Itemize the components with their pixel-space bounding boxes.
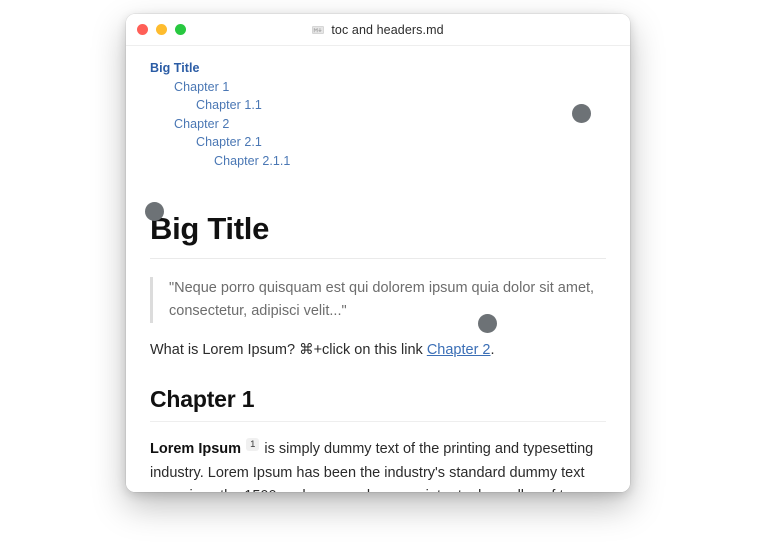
- toc-item-chapter-1-1[interactable]: Chapter 1.1: [196, 96, 630, 115]
- document-body: Big Title Chapter 1 Chapter 1.1 Chapter …: [126, 46, 630, 492]
- paragraph-intro-text-after: .: [490, 341, 495, 358]
- window-title: toc and headers.md: [331, 22, 444, 37]
- toc-item-chapter-2[interactable]: Chapter 2: [174, 115, 630, 134]
- footnote-reference-1[interactable]: 1: [246, 438, 260, 452]
- heading-big-title: Big Title: [150, 209, 606, 259]
- toc-item-chapter-1[interactable]: Chapter 1: [174, 78, 630, 97]
- paragraph-intro-text-before: What is Lorem Ipsum? ⌘+click on this lin…: [150, 341, 427, 358]
- app-window: toc and headers.md Big Title Chapter 1 C…: [126, 14, 630, 492]
- blockquote-lorem: "Neque porro quisquam est qui dolorem ip…: [150, 276, 606, 323]
- toc-item-chapter-2-1-1[interactable]: Chapter 2.1.1: [214, 152, 630, 171]
- paragraph-body: Lorem Ipsum 1 is simply dummy text of th…: [150, 438, 606, 492]
- rendered-markdown: Big Title "Neque porro quisquam est qui …: [126, 209, 630, 492]
- heading-chapter-1: Chapter 1: [150, 384, 606, 423]
- title-bar: toc and headers.md: [126, 14, 630, 46]
- markdown-file-icon: [312, 25, 325, 34]
- toc-item-big-title[interactable]: Big Title: [150, 59, 630, 78]
- minimize-window-button[interactable]: [156, 24, 167, 35]
- paragraph-intro: What is Lorem Ipsum? ⌘+click on this lin…: [150, 339, 606, 363]
- traffic-light-controls: [137, 14, 186, 45]
- bold-term-lorem-ipsum: Lorem Ipsum: [150, 441, 242, 458]
- maximize-window-button[interactable]: [175, 24, 186, 35]
- chapter-2-link[interactable]: Chapter 2: [427, 342, 491, 358]
- table-of-contents: Big Title Chapter 1 Chapter 1.1 Chapter …: [126, 46, 630, 171]
- toc-item-chapter-2-1[interactable]: Chapter 2.1: [196, 133, 630, 152]
- close-window-button[interactable]: [137, 24, 148, 35]
- title-bar-center: toc and headers.md: [126, 14, 630, 45]
